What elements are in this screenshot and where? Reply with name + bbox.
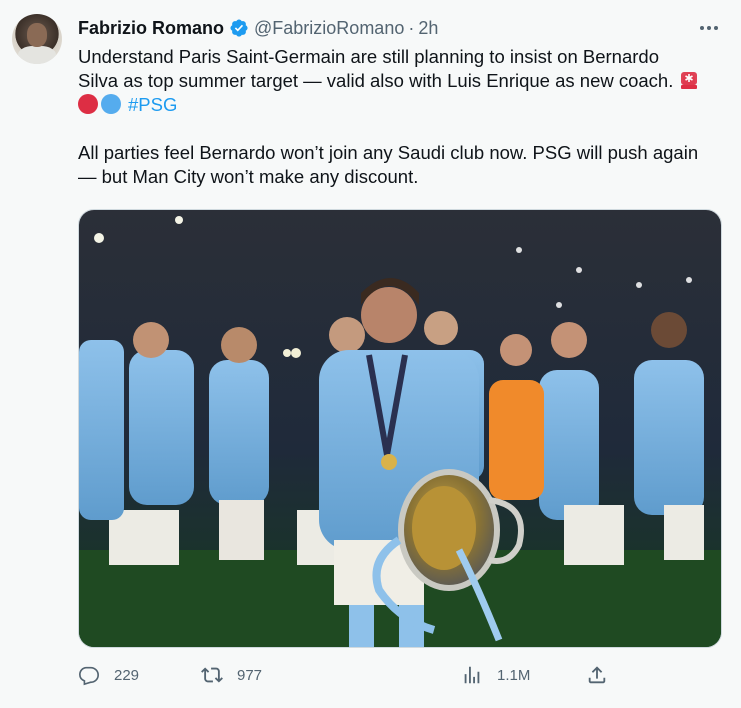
share-icon [588,666,606,684]
tweet-text-line: #PSG [78,93,728,117]
hashtag-link[interactable]: #PSG [128,94,177,115]
reply-icon [79,666,99,686]
retweet-icon [201,667,223,683]
tweet-photo[interactable] [78,209,722,648]
author-name[interactable]: Fabrizio Romano [78,18,224,39]
tweet-text-segment: Silva as top summer target — valid also … [78,70,674,91]
tweet[interactable]: Fabrizio Romano @FabrizioRomano · 2h Und… [0,0,741,708]
analytics-icon [464,666,480,684]
tweet-header: Fabrizio Romano @FabrizioRomano · 2h [78,17,438,39]
timestamp[interactable]: 2h [418,18,438,39]
tweet-text-line: Understand Paris Saint-Germain are still… [78,46,659,67]
verified-badge-icon [230,19,248,37]
blue-circle-emoji-icon [101,94,121,114]
avatar[interactable] [12,14,62,64]
separator-dot: · [408,17,415,38]
photo-man-city-champions-league-trophy-celebration-icon [79,210,721,647]
tweet-text: Understand Paris Saint-Germain are still… [78,45,728,189]
rotating-light-emoji-icon [681,72,698,89]
tweet-text-line: Silva as top summer target — valid also … [78,69,728,93]
tweet-text-line: All parties feel Bernardo won’t join any… [78,142,699,163]
share-button[interactable] [586,660,608,690]
reply-count: 229 [114,666,140,684]
more-horizontal-icon[interactable] [697,16,721,40]
reply-button[interactable]: 229 [78,660,139,690]
author-handle[interactable]: @FabrizioRomano [254,18,404,39]
action-bar: 229 977 1.1M [78,660,678,690]
views-count: 1.1M [497,666,531,684]
retweet-count: 977 [237,666,263,684]
tweet-text-line: — but Man City won’t make any discount. [78,166,419,187]
retweet-button[interactable]: 977 [201,660,262,690]
red-circle-emoji-icon [78,94,98,114]
views-button[interactable]: 1.1M [461,660,530,690]
